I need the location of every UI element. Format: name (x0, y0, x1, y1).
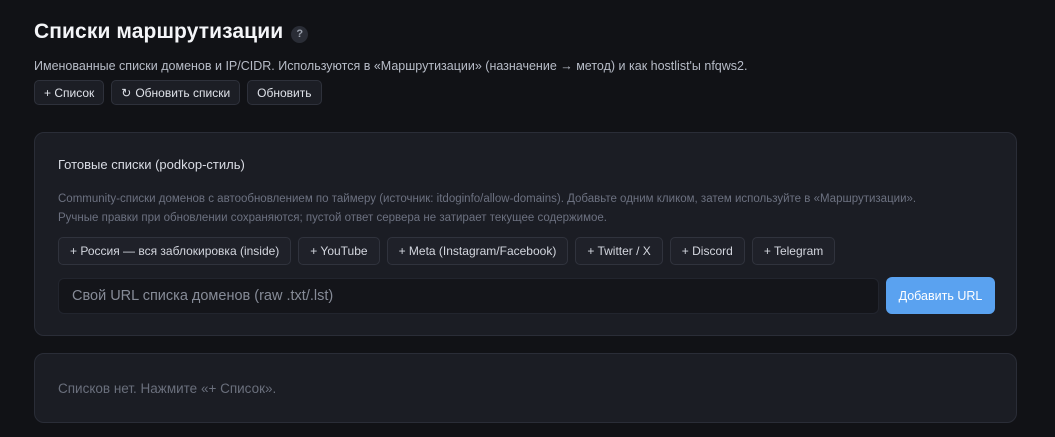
preset-meta-button[interactable]: + Meta (Instagram/Facebook) (386, 237, 569, 265)
lists-empty-card: Списков нет. Нажмите «+ Список». (34, 353, 1017, 423)
preset-russia-button[interactable]: + Россия — вся заблокировка (inside) (58, 237, 292, 265)
toolbar: + Список ↻ Обновить списки Обновить (34, 80, 322, 105)
title-row: Списки маршрутизации ? (34, 20, 309, 44)
page-title: Списки маршрутизации (34, 20, 284, 43)
refresh-icon: ↻ (121, 85, 132, 100)
custom-url-input[interactable] (58, 277, 879, 314)
empty-state-text: Списков нет. Нажмите «+ Список». (58, 381, 277, 396)
preset-lists-card: Готовые списки (podkop-стиль) Community-… (34, 132, 1017, 336)
preset-chips: + Россия — вся заблокировка (inside) + Y… (58, 237, 836, 265)
preset-youtube-button[interactable]: + YouTube (298, 237, 380, 265)
routing-lists-page: Списки маршрутизации ? Именованные списк… (0, 0, 1055, 437)
preset-twitter-button[interactable]: + Twitter / X (575, 237, 663, 265)
update-lists-button[interactable]: ↻ Обновить списки (111, 80, 241, 105)
preset-telegram-button[interactable]: + Telegram (751, 237, 836, 265)
custom-url-row: Добавить URL (58, 277, 995, 314)
preset-discord-button[interactable]: + Discord (669, 237, 745, 265)
refresh-button[interactable]: Обновить (247, 80, 322, 105)
preset-lists-title: Готовые списки (podkop-стиль) (58, 157, 245, 172)
page-subtitle: Именованные списки доменов и IP/CIDR. Ис… (34, 59, 748, 73)
add-url-button[interactable]: Добавить URL (886, 277, 995, 314)
preset-lists-description: Community-списки доменов с автообновлени… (58, 193, 917, 224)
help-icon[interactable]: ? (291, 25, 309, 43)
update-lists-label: Обновить списки (135, 85, 231, 100)
add-list-button[interactable]: + Список (34, 80, 105, 105)
